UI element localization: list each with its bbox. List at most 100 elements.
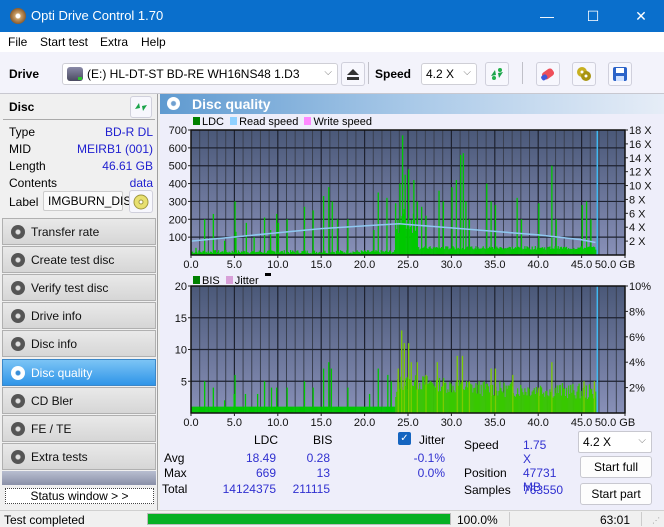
bis-bar	[363, 406, 366, 413]
bis-bar	[450, 383, 452, 413]
max-bis: 13	[316, 466, 330, 480]
bis-bar	[388, 406, 391, 413]
ldc-bar	[548, 246, 550, 255]
start-full-button[interactable]: Start full	[580, 456, 652, 478]
ldc-bar	[446, 246, 448, 255]
bis-spike	[330, 368, 333, 413]
minimize-button[interactable]: —	[524, 0, 570, 32]
close-button[interactable]: ✕	[618, 0, 664, 32]
bis-bar	[543, 392, 545, 413]
bis-bar	[525, 391, 527, 413]
bis-bar	[453, 390, 455, 413]
nav-transfer-rate[interactable]: Transfer rate	[2, 218, 156, 245]
ldc-bar	[449, 248, 451, 255]
nav-extra-tests[interactable]: Extra tests	[2, 443, 156, 470]
y-tick-label: 500	[169, 161, 187, 173]
speed-select[interactable]: 4.2 X ⌵	[421, 63, 477, 85]
ldc-bar	[435, 247, 437, 255]
jitter-checkbox[interactable]: ✓	[398, 432, 411, 445]
disc-label-field[interactable]: IMGBURN_DIS	[43, 191, 131, 211]
eject-button[interactable]	[341, 62, 365, 86]
disc-gear-icon	[11, 225, 25, 239]
erase-button[interactable]	[536, 62, 560, 86]
bis-bar	[532, 390, 534, 413]
disc-refresh-button[interactable]	[130, 96, 152, 118]
bis-bar	[499, 381, 501, 413]
bis-bar	[429, 380, 431, 413]
ldc-bar	[562, 246, 565, 255]
bis-bar	[317, 406, 319, 413]
y-tick-label: 10	[175, 345, 187, 357]
bis-spike	[468, 381, 471, 413]
bis-spike	[377, 368, 379, 413]
bis-bar	[209, 406, 211, 413]
menu-extra[interactable]: Extra	[100, 35, 128, 49]
menu-start-test[interactable]: Start test	[40, 35, 88, 49]
disc-label-button[interactable]	[129, 190, 153, 213]
total-bis: 211115	[292, 482, 330, 496]
nav-verify-test-disc[interactable]: Verify test disc	[2, 274, 156, 301]
ldc-bar	[444, 249, 446, 255]
status-window-button[interactable]: Status window > >	[5, 488, 154, 504]
y2-tick-label: 12 X	[629, 167, 652, 179]
ldc-spike	[312, 210, 314, 255]
bis-bar	[476, 393, 478, 413]
bis-spike	[212, 387, 214, 413]
copy-icon	[577, 67, 591, 81]
maximize-button[interactable]: ☐	[570, 0, 616, 32]
bis-bar	[290, 406, 293, 413]
chevron-down-icon: ⌵	[638, 435, 646, 446]
ldc-bar	[450, 248, 452, 255]
bis-bar	[273, 406, 275, 413]
ldc-spike	[195, 247, 197, 255]
bis-spike	[583, 381, 585, 413]
test-speed-select[interactable]: 4.2 X ⌵	[578, 431, 652, 453]
disc-contents-value: data	[129, 176, 153, 190]
nav-disc-quality[interactable]: Disc quality	[2, 359, 156, 386]
copy-button[interactable]	[572, 62, 596, 86]
drive-select[interactable]: (E:) HL-DT-ST BD-RE WH16NS48 1.D3 ⌵	[62, 63, 338, 85]
bis-bar	[247, 406, 249, 413]
ldc-bar	[453, 247, 455, 255]
nav-disc-info[interactable]: Disc info	[2, 330, 156, 357]
menu-file[interactable]: File	[8, 35, 27, 49]
nav-create-test-disc[interactable]: Create test disc	[2, 246, 156, 273]
bis-spike	[494, 368, 497, 413]
bis-bar	[524, 388, 526, 413]
nav-drive-info[interactable]: Drive info	[2, 302, 156, 329]
bis-bar	[454, 392, 456, 413]
x-tick-label: 45.0	[571, 259, 592, 270]
bis-spike	[233, 393, 235, 413]
resize-grip-icon[interactable]: ⋰	[652, 516, 660, 525]
disc-gear-icon	[11, 309, 25, 323]
disc-gear-icon	[11, 281, 25, 295]
refresh-icon	[135, 103, 147, 111]
refresh-button[interactable]	[485, 62, 509, 86]
save-button[interactable]	[608, 62, 632, 86]
bis-bar	[242, 406, 244, 413]
bis-bar	[547, 395, 549, 413]
ldc-bar	[432, 247, 434, 255]
nav-cd-bler[interactable]: CD Bler	[2, 387, 156, 414]
bis-bar	[507, 385, 509, 413]
ldc-spike	[286, 219, 288, 255]
bis-bar	[236, 406, 239, 413]
bis-bar	[334, 406, 336, 413]
bis-bar	[310, 406, 312, 413]
ldc-spike	[408, 169, 410, 255]
bis-bar	[214, 406, 217, 413]
menu-help[interactable]: Help	[141, 35, 166, 49]
bis-bar	[365, 406, 368, 413]
ldc-bar	[563, 246, 566, 255]
nav-fe-te[interactable]: FE / TE	[2, 415, 156, 442]
nav-label: FE / TE	[31, 422, 72, 436]
start-part-button[interactable]: Start part	[580, 483, 652, 505]
bis-bar	[458, 379, 460, 413]
ldc-spike	[455, 180, 458, 255]
nav-label: CD Bler	[31, 394, 74, 408]
bis-bar	[445, 382, 447, 413]
ldc-bar	[533, 248, 535, 255]
bis-bar	[353, 406, 355, 413]
bis-bar	[418, 389, 420, 413]
bis-bar	[479, 393, 481, 413]
